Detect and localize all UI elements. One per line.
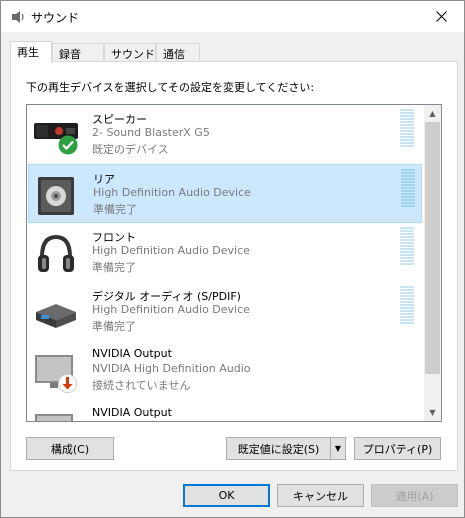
- device-driver: 2- Sound BlasterX G5: [92, 126, 210, 139]
- device-name: リア: [93, 173, 115, 186]
- set-default-button[interactable]: 既定値に設定(S): [226, 437, 331, 460]
- device-item-front[interactable]: フロント High Definition Audio Device 準備完了: [28, 223, 422, 282]
- speaker-icon: [38, 177, 74, 215]
- device-name: フロント: [92, 231, 136, 244]
- tab-recording[interactable]: 録音: [52, 43, 104, 62]
- device-driver: High Definition Audio Device: [92, 303, 250, 316]
- volume-meter: [400, 109, 414, 147]
- instruction-text: 下の再生デバイスを選択してその設定を変更してください:: [26, 81, 315, 94]
- device-driver: NVIDIA High Definition Audio: [92, 362, 251, 375]
- close-button[interactable]: [418, 1, 464, 32]
- device-item-nvidia-2[interactable]: NVIDIA Output: [28, 400, 422, 421]
- apply-button[interactable]: 適用(A): [371, 484, 458, 507]
- ok-button[interactable]: OK: [183, 484, 270, 507]
- speaker-title-icon: [12, 11, 24, 23]
- headphones-icon: [38, 234, 74, 272]
- scroll-thumb[interactable]: [425, 122, 440, 374]
- device-driver: High Definition Audio Device: [93, 186, 251, 199]
- playback-panel: 下の再生デバイスを選択してその設定を変更してください: スピーカー 2- Sou…: [10, 61, 458, 471]
- scroll-up-arrow-icon[interactable]: ▲: [424, 105, 441, 122]
- window-title: サウンド: [31, 11, 80, 25]
- properties-button[interactable]: プロパティ(P): [354, 437, 441, 460]
- scroll-down-arrow-icon[interactable]: ▼: [424, 404, 441, 421]
- close-icon: [435, 11, 447, 22]
- digital-audio-icon: [36, 304, 76, 328]
- device-driver: High Definition Audio Device: [92, 244, 250, 257]
- device-name: デジタル オーディオ (S/PDIF): [92, 290, 241, 303]
- tab-playback[interactable]: 再生: [10, 41, 52, 63]
- device-name: NVIDIA Output: [92, 406, 172, 419]
- device-item-speaker[interactable]: スピーカー 2- Sound BlasterX G5 既定のデバイス: [28, 105, 422, 164]
- configure-button[interactable]: 構成(C): [26, 437, 114, 460]
- device-status: 準備完了: [93, 203, 137, 216]
- vertical-scrollbar[interactable]: ▲ ▼: [424, 105, 441, 421]
- tab-sounds[interactable]: サウンド: [104, 43, 156, 62]
- device-status: 既定のデバイス: [92, 143, 169, 156]
- device-item-rear[interactable]: リア High Definition Audio Device 準備完了: [28, 164, 422, 223]
- device-status: 準備完了: [92, 320, 136, 333]
- device-status: 接続されていません: [92, 379, 191, 392]
- device-name: スピーカー: [92, 113, 147, 126]
- sound-dialog: サウンド 再生 録音 サウンド 通信 下の再生デバイスを選択してその設定を変更し…: [0, 0, 465, 518]
- tab-communications[interactable]: 通信: [156, 43, 200, 62]
- device-list[interactable]: スピーカー 2- Sound BlasterX G5 既定のデバイス リア Hi…: [26, 104, 442, 422]
- volume-meter: [400, 286, 414, 324]
- device-item-spdif[interactable]: デジタル オーディオ (S/PDIF) High Definition Audi…: [28, 282, 422, 341]
- title-bar: サウンド: [1, 1, 464, 32]
- set-default-dropdown-arrow-icon[interactable]: ▼: [330, 437, 346, 460]
- disconnected-icon: [58, 374, 77, 393]
- cancel-button[interactable]: キャンセル: [277, 484, 364, 507]
- device-status: 準備完了: [92, 261, 136, 274]
- device-name: NVIDIA Output: [92, 347, 172, 360]
- volume-meter: [401, 169, 415, 207]
- volume-meter: [400, 227, 414, 265]
- default-check-icon: [58, 135, 78, 155]
- device-item-nvidia-1[interactable]: NVIDIA Output NVIDIA High Definition Aud…: [28, 341, 422, 400]
- monitor-icon: [35, 414, 73, 421]
